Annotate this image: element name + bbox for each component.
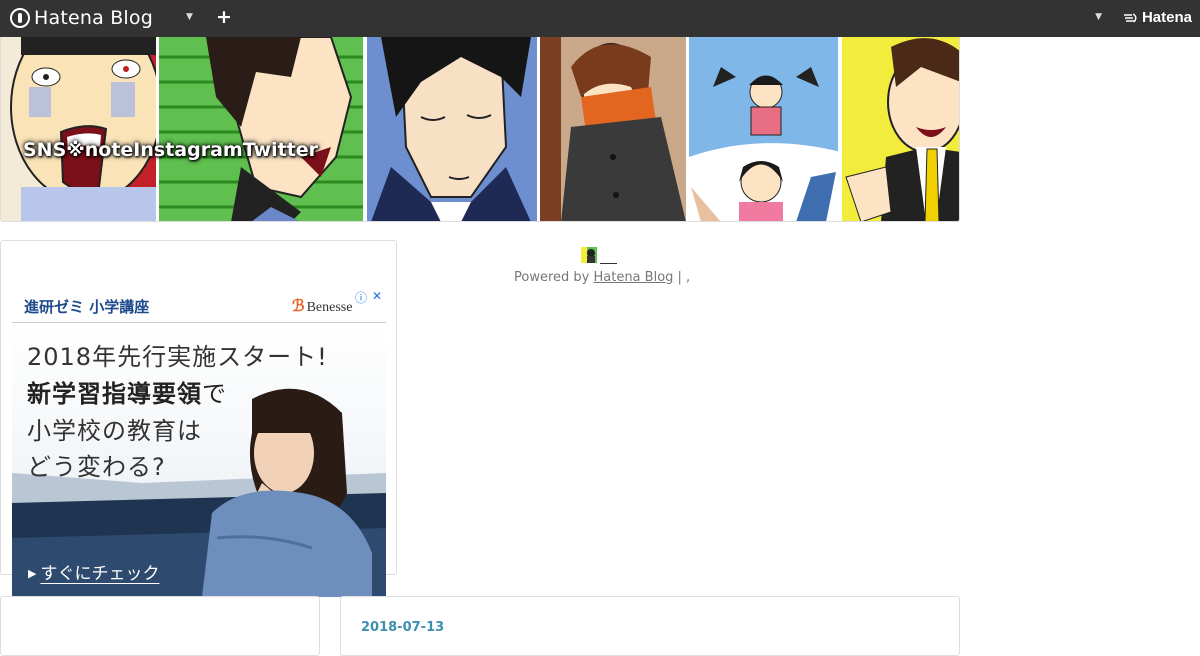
hatena-blog-logo-text: Hatena Blog	[34, 7, 153, 29]
ad-creative[interactable]: 2018年先行実施スタート! 新学習指導要領で 小学校の教育は どう変わる? ▶…	[12, 323, 386, 597]
sidebar-box	[0, 596, 320, 656]
hatena-brand-link[interactable]: Hatena	[1123, 9, 1192, 26]
global-header: Hatena Blog ▼ + ▼ Hatena	[0, 0, 1200, 37]
benesse-logo-icon: ℬ	[292, 298, 305, 315]
hatena-wings-icon	[1123, 12, 1137, 22]
ad-cta-link[interactable]: ▶ すぐにチェック	[28, 559, 159, 584]
hatena-blog-link[interactable]: Hatena Blog	[593, 270, 673, 285]
ad-close-icon[interactable]: ✕	[372, 289, 382, 303]
hatena-brand-text: Hatena	[1141, 9, 1192, 26]
powered-by: Powered by Hatena Blog | ,	[514, 270, 691, 285]
ad-brand: ℬ Benesse	[292, 298, 353, 315]
blog-title[interactable]: SNS※noteInstagramTwitter	[23, 139, 318, 161]
advertisement[interactable]: 進研ゼミ 小学講座 ℬ Benesse ⓘ ✕ 2018年先行実施スタート! 新…	[12, 287, 386, 597]
entry-date-link[interactable]: 2018-07-13	[361, 620, 444, 635]
plus-icon[interactable]: +	[216, 6, 232, 28]
play-triangle-icon: ▶	[28, 567, 37, 580]
ad-headline-3: 小学校の教育は	[27, 417, 202, 445]
chevron-down-icon[interactable]: ▼	[1095, 12, 1102, 22]
ad-headline-1: 2018年先行実施スタート!	[27, 343, 328, 371]
blog-icon[interactable]	[581, 247, 597, 263]
blog-header-banner[interactable]: SNS※noteInstagramTwitter	[0, 37, 960, 222]
manga-banner-image	[1, 37, 959, 221]
hatena-blog-logo-icon	[10, 8, 30, 28]
hatena-blog-logo[interactable]: Hatena Blog	[10, 7, 153, 29]
thumbnail-underline	[600, 263, 617, 264]
chevron-down-icon[interactable]: ▼	[186, 12, 193, 22]
ad-header: 進研ゼミ 小学講座 ℬ Benesse ⓘ ✕	[12, 287, 386, 323]
ad-headline-2: 新学習指導要領で	[27, 380, 227, 408]
ad-headline-4: どう変わる?	[27, 453, 166, 481]
ad-info-icon[interactable]: ⓘ	[355, 289, 367, 306]
ad-header-title: 進研ゼミ 小学講座	[24, 298, 150, 316]
